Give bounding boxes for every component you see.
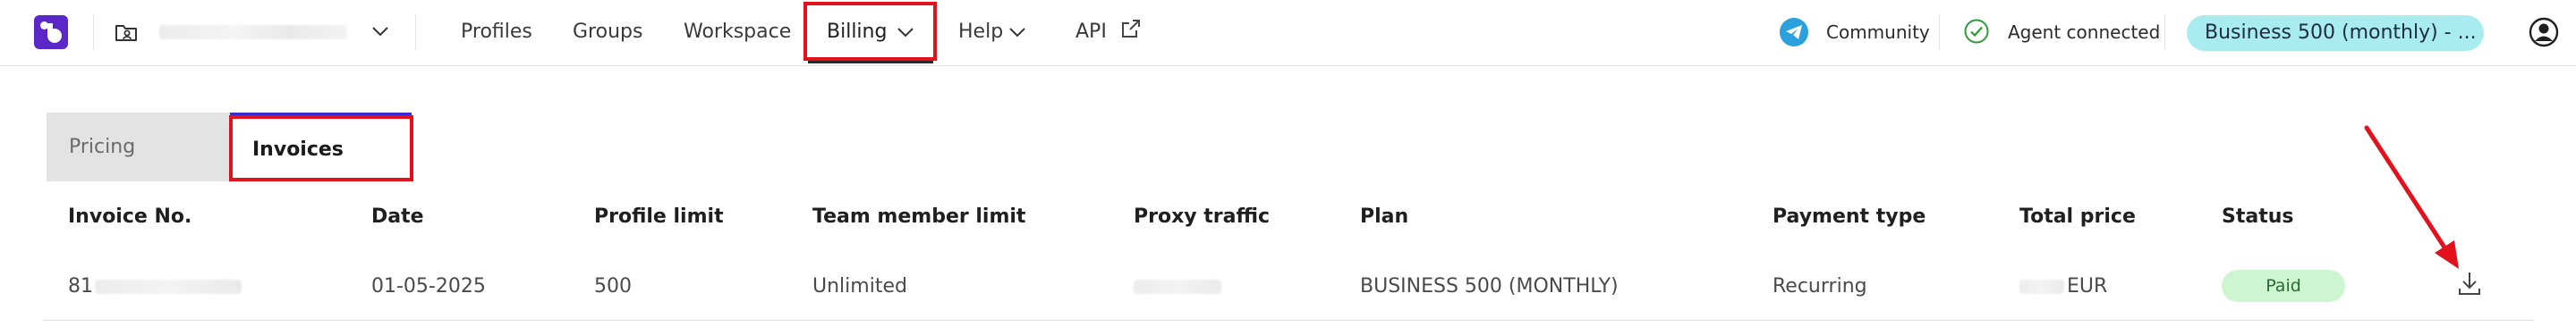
invoices-tab-highlight-annotation [229,115,413,181]
community-link[interactable]: Community [1826,18,1930,46]
tab-pricing[interactable]: Pricing [47,113,230,181]
billing-active-indicator [808,61,933,63]
nav-divider [93,14,94,50]
folder-user-icon[interactable] [115,21,138,43]
plan-selector-pill[interactable]: Business 500 (monthly) - ... [2187,15,2484,51]
nav-workspace[interactable]: Workspace [684,18,791,46]
proxy-traffic-masked [1134,280,1221,294]
column-header-total-price: Total price [2019,205,2136,228]
invoice-team-member-limit: Unlimited [812,275,907,298]
nav-divider [1939,14,1940,50]
nav-divider [415,14,416,50]
column-header-date: Date [371,205,424,228]
help-chevron-down-icon[interactable] [1007,22,1027,42]
column-header-payment-type: Payment type [1773,205,1926,228]
invoice-payment-type: Recurring [1773,275,1867,298]
billing-highlight-annotation [803,2,937,61]
nav-api[interactable]: API [1075,18,1107,46]
nav-profiles[interactable]: Profiles [461,18,532,46]
invoice-total-currency: EUR [2067,275,2108,298]
column-header-profile-limit: Profile limit [594,205,724,228]
brand-logo[interactable] [34,15,68,49]
invoice-number-prefix: 81 [68,275,93,298]
external-link-icon[interactable] [1120,18,1142,39]
nav-groups[interactable]: Groups [573,18,642,46]
status-badge: Paid [2222,270,2345,302]
invoice-number-masked [95,280,242,294]
invoice-profile-limit: 500 [594,275,632,298]
column-header-plan: Plan [1360,205,1409,228]
user-account-icon[interactable] [2529,17,2559,47]
column-header-invoice-no: Invoice No. [68,205,192,228]
invoice-plan: BUSINESS 500 (MONTHLY) [1360,275,1619,298]
check-circle-icon [1964,19,1989,44]
top-navigation-bar: Profiles Groups Workspace Billing Help A… [0,0,2576,66]
table-row-divider [43,320,2534,321]
account-email-masked[interactable] [159,25,347,39]
nav-divider [2164,14,2165,50]
nav-help[interactable]: Help [958,18,1003,46]
column-header-status: Status [2222,205,2294,228]
invoice-date: 01-05-2025 [371,275,486,298]
column-header-team-member-limit: Team member limit [812,205,1026,228]
red-arrow-annotation [2364,125,2459,269]
download-icon[interactable] [2457,270,2482,297]
chevron-down-icon[interactable] [370,21,390,41]
total-price-amount-masked [2019,280,2064,294]
column-header-proxy-traffic: Proxy traffic [1134,205,1271,228]
telegram-icon[interactable] [1780,18,1808,46]
agent-status-label: Agent connected [2008,21,2161,43]
